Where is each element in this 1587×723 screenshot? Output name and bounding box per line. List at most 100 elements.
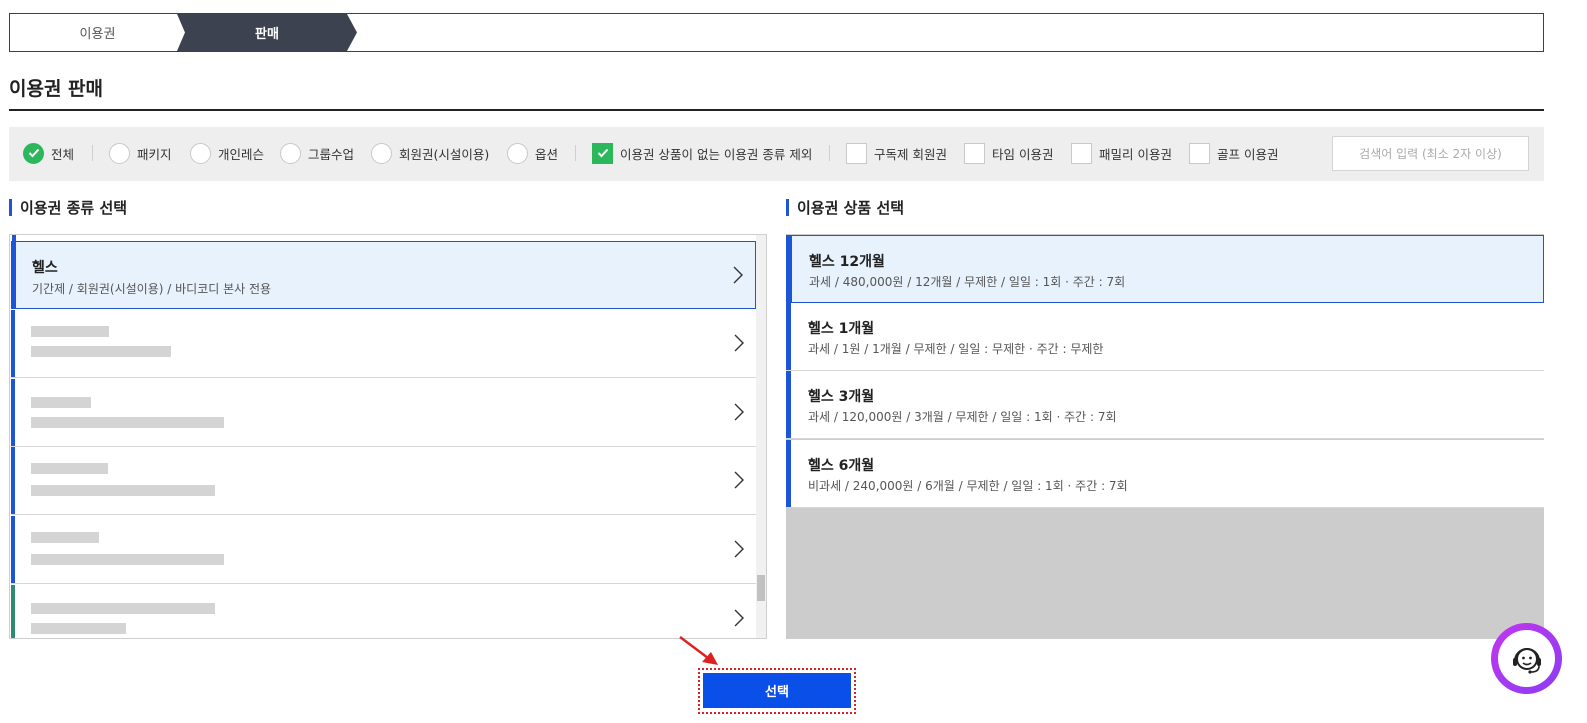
type-name: 헬스 [32, 260, 58, 276]
blurred-text [31, 603, 215, 614]
type-item-blurred[interactable] [11, 585, 756, 638]
checkbox-icon [1071, 142, 1092, 164]
filter-divider [575, 145, 576, 161]
type-list: 헬스 기간제 / 회원권(시설이용) / 바디코디 본사 전용 [9, 234, 767, 639]
row-accent [11, 516, 15, 583]
product-item[interactable]: 헬스 3개월 과세 / 120,000원 / 3개월 / 무제한 / 일일 : … [786, 371, 1544, 439]
radio-label: 옵션 [535, 146, 559, 162]
product-section-title-text: 이용권 상품 선택 [797, 198, 905, 217]
title-divider [9, 109, 1544, 111]
radio-all[interactable]: 전체 [23, 142, 74, 164]
checkbox-golf-ticket[interactable]: 골프 이용권 [1189, 142, 1278, 164]
blurred-text [31, 397, 91, 408]
blurred-text [31, 417, 224, 428]
radio-icon [109, 142, 130, 164]
chevron-right-icon [733, 266, 743, 284]
chevron-right-icon [734, 609, 744, 627]
radio-icon [190, 142, 211, 164]
blurred-text [31, 532, 99, 543]
blurred-text [31, 485, 215, 496]
checkbox-label: 골프 이용권 [1217, 146, 1279, 162]
checkbox-exclude-empty[interactable]: 이용권 상품이 없는 이용권 종류 제외 [592, 142, 812, 164]
type-item-blurred[interactable] [11, 310, 756, 378]
blurred-text [31, 346, 171, 357]
blurred-text [31, 623, 126, 634]
page-title: 이용권 판매 [9, 78, 104, 100]
chevron-right-icon [734, 334, 744, 352]
type-item-blurred[interactable] [11, 447, 756, 515]
radio-group-class[interactable]: 그룹수업 [280, 142, 354, 164]
checkbox-time-ticket[interactable]: 타임 이용권 [964, 142, 1053, 164]
filter-bar: 전체 패키지 개인레슨 그룹수업 회원권(시설이용) 옵션 이용권 상품이 없는… [9, 127, 1544, 181]
product-desc: 과세 / 1원 / 1개월 / 무제한 / 일일 : 무제한 · 주간 : 무제… [808, 342, 1104, 356]
checkbox-label: 타임 이용권 [992, 146, 1054, 162]
radio-label: 개인레슨 [218, 146, 265, 162]
product-list: 헬스 12개월 과세 / 480,000원 / 12개월 / 무제한 / 일일 … [786, 234, 1544, 639]
checkbox-family-ticket[interactable]: 패밀리 이용권 [1071, 142, 1172, 164]
step-sale-label: 판매 [255, 27, 279, 42]
product-name: 헬스 1개월 [808, 321, 875, 337]
type-item-health[interactable]: 헬스 기간제 / 회원권(시설이용) / 바디코디 본사 전용 [11, 241, 756, 309]
chevron-right-icon [734, 403, 744, 421]
blurred-text [31, 326, 109, 337]
radio-membership[interactable]: 회원권(시설이용) [371, 142, 489, 164]
radio-checked-icon [23, 142, 44, 164]
blurred-text [31, 463, 108, 474]
radio-icon [280, 142, 301, 164]
radio-label: 회원권(시설이용) [399, 146, 490, 162]
chevron-right-icon [734, 471, 744, 489]
type-item-blurred[interactable] [11, 379, 756, 447]
row-accent [12, 242, 16, 308]
row-accent [11, 447, 15, 514]
step-ticket-label: 이용권 [79, 27, 116, 42]
row-accent [786, 303, 791, 370]
product-item[interactable]: 헬스 1개월 과세 / 1원 / 1개월 / 무제한 / 일일 : 무제한 · … [786, 303, 1544, 371]
checkbox-icon [846, 142, 867, 164]
step-breadcrumb: 이용권 판매 [9, 13, 1544, 52]
checkbox-checked-icon [592, 142, 613, 164]
checkbox-icon [964, 142, 985, 164]
radio-package[interactable]: 패키지 [109, 142, 172, 164]
search-input[interactable] [1332, 136, 1529, 171]
radio-label: 전체 [51, 146, 75, 162]
type-section-title-text: 이용권 종류 선택 [20, 198, 128, 217]
product-item[interactable]: 헬스 6개월 비과세 / 240,000원 / 6개월 / 무제한 / 일일 :… [786, 440, 1544, 508]
checkbox-icon [1189, 142, 1210, 164]
section-title-bar [786, 198, 789, 216]
radio-label: 그룹수업 [308, 146, 355, 162]
section-title-bar [9, 198, 12, 216]
step-ticket[interactable]: 이용권 [10, 14, 185, 51]
row-accent [11, 379, 15, 446]
support-agent-icon [1512, 647, 1541, 674]
row-accent [11, 585, 15, 638]
product-name: 헬스 12개월 [809, 254, 885, 270]
row-accent [787, 236, 792, 302]
checkbox-label: 구독제 회원권 [874, 146, 947, 162]
product-section-title: 이용권 상품 선택 [786, 197, 904, 217]
scrollbar-thumb[interactable] [757, 575, 765, 601]
row-accent [786, 440, 791, 507]
product-name: 헬스 6개월 [808, 458, 875, 474]
radio-personal-lesson[interactable]: 개인레슨 [190, 142, 264, 164]
annotation-arrow-icon [679, 636, 718, 665]
checkbox-subscription[interactable]: 구독제 회원권 [846, 142, 947, 164]
type-item-blurred[interactable] [11, 516, 756, 584]
product-desc: 과세 / 120,000원 / 3개월 / 무제한 / 일일 : 1회 · 주간… [808, 410, 1117, 424]
filter-divider [829, 145, 830, 161]
help-inner [1498, 630, 1555, 687]
radio-icon [507, 142, 528, 164]
filter-divider [92, 145, 93, 161]
radio-icon [371, 142, 392, 164]
type-desc: 기간제 / 회원권(시설이용) / 바디코디 본사 전용 [32, 282, 272, 296]
product-desc: 비과세 / 240,000원 / 6개월 / 무제한 / 일일 : 1회 · 주… [808, 479, 1128, 493]
radio-option[interactable]: 옵션 [507, 142, 558, 164]
select-button[interactable]: 선택 [703, 673, 851, 708]
product-desc: 과세 / 480,000원 / 12개월 / 무제한 / 일일 : 1회 · 주… [809, 275, 1126, 289]
row-accent [786, 371, 791, 438]
product-item[interactable]: 헬스 12개월 과세 / 480,000원 / 12개월 / 무제한 / 일일 … [786, 235, 1544, 303]
row-accent [11, 310, 15, 377]
checkbox-label: 이용권 상품이 없는 이용권 종류 제외 [620, 146, 813, 162]
step-sale[interactable]: 판매 [177, 14, 357, 51]
type-list-scrollbar[interactable] [756, 235, 766, 638]
help-chat-button[interactable] [1491, 623, 1562, 694]
